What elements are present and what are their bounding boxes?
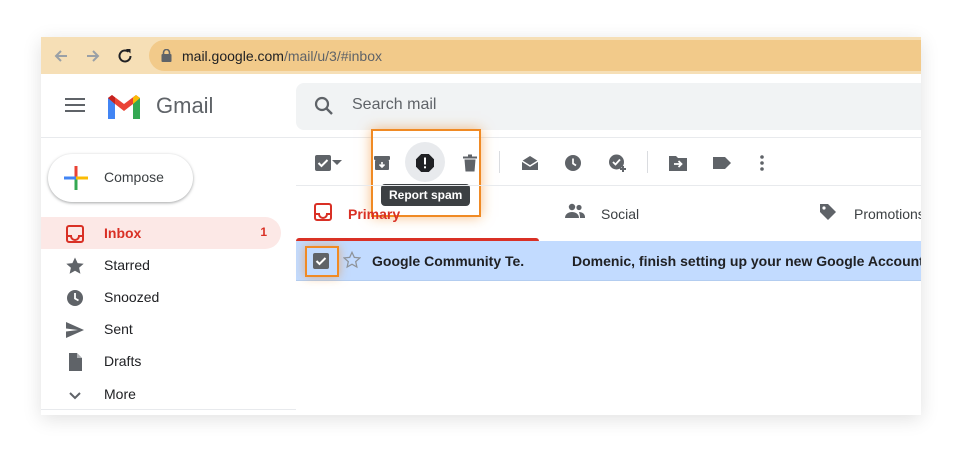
clock-icon [65,288,85,308]
email-subject: Domenic, finish setting up your new Goog… [572,253,921,269]
sidebar-divider [41,409,296,410]
url-host: mail.google.com [182,48,284,64]
tab-social[interactable]: Social [565,189,765,241]
snooze-icon[interactable] [561,151,585,175]
people-icon [565,203,587,225]
mark-as-read-icon[interactable] [518,151,542,175]
sidebar-item-label: Sent [104,321,133,337]
search-bar[interactable] [296,83,921,130]
more-options-icon[interactable] [750,151,774,175]
header-divider [41,137,921,138]
main-menu-icon[interactable] [65,98,85,114]
email-row[interactable]: Google Community Te. Domenic, finish set… [296,241,921,281]
tag-icon [819,203,841,225]
star-icon [65,256,85,276]
sidebar-item-inbox[interactable]: Inbox 1 [41,217,281,249]
star-icon[interactable] [342,250,362,274]
browser-address-bar: mail.google.com/mail/u/3/#inbox [41,37,921,74]
sidebar-item-more[interactable]: More [41,378,281,410]
toolbar-divider [647,151,648,173]
inbox-icon [314,203,336,225]
send-icon [65,320,85,340]
plus-icon [64,166,88,190]
sidebar-item-sent[interactable]: Sent [41,313,281,345]
sidebar-item-label: Starred [104,257,150,273]
search-icon[interactable] [314,96,334,121]
url-text: mail.google.com/mail/u/3/#inbox [182,48,382,64]
dropdown-icon[interactable] [331,151,343,175]
tab-label: Promotions [854,206,921,222]
sidebar-item-label: Inbox [104,225,142,241]
compose-label: Compose [104,169,164,185]
forward-icon[interactable] [83,46,103,66]
tab-promotions[interactable]: Promotions [819,189,921,241]
add-to-tasks-icon[interactable] [606,151,630,175]
unread-count-badge: 1 [260,225,267,239]
draft-icon [65,352,85,372]
browser-window: mail.google.com/mail/u/3/#inbox Gmail Se… [41,37,921,415]
compose-button[interactable]: Compose [48,154,193,202]
app-name: Gmail [156,93,214,118]
inbox-icon [65,224,85,244]
sidebar-item-label: Drafts [104,353,142,369]
move-to-icon[interactable] [666,151,690,175]
sidebar-item-drafts[interactable]: Drafts [41,345,281,377]
sidebar-item-snoozed[interactable]: Snoozed [41,281,281,313]
chevron-down-icon [65,385,85,405]
sidebar-item-label: More [104,386,136,402]
tab-label: Social [601,206,640,222]
url-bar[interactable]: mail.google.com/mail/u/3/#inbox [149,40,921,71]
search-input[interactable] [352,96,752,114]
sidebar-item-label: Snoozed [104,289,160,305]
tab-primary[interactable]: Primary [314,189,514,241]
sidebar-item-starred[interactable]: Starred [41,249,281,281]
lock-icon [161,48,172,67]
back-icon[interactable] [51,46,71,66]
checkbox-highlight-box [305,246,339,277]
reload-icon[interactable] [115,46,135,66]
url-path: /mail/u/3/#inbox [283,48,382,64]
email-sender: Google Community Te. [372,253,525,269]
tab-label: Primary [348,206,401,222]
toolbar-bottom-divider [296,185,921,186]
gmail-logo[interactable] [106,92,142,120]
toolbar-divider [499,151,500,173]
label-icon[interactable] [710,151,734,175]
